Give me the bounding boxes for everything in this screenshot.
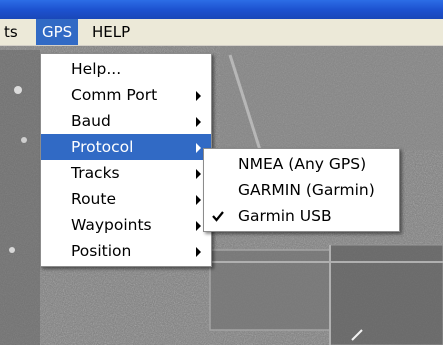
menu-item-comm-port[interactable]: Comm Port bbox=[41, 82, 211, 108]
menu-tools-partial[interactable]: ts bbox=[0, 19, 24, 45]
submenu-item-label: Garmin USB bbox=[238, 207, 332, 225]
menu-item-baud[interactable]: Baud bbox=[41, 108, 211, 134]
window-title-bar bbox=[0, 0, 443, 19]
menu-item-waypoints[interactable]: Waypoints bbox=[41, 212, 211, 238]
menu-item-label: Tracks bbox=[71, 164, 120, 182]
submenu-arrow-icon bbox=[196, 117, 201, 127]
submenu-item-garmin-usb[interactable]: Garmin USB bbox=[204, 203, 399, 229]
submenu-item-garmin[interactable]: GARMIN (Garmin) bbox=[204, 177, 399, 203]
submenu-arrow-icon bbox=[196, 169, 201, 179]
protocol-submenu: NMEA (Any GPS) GARMIN (Garmin) Garmin US… bbox=[203, 148, 400, 232]
gps-dropdown-menu: Help... Comm Port Baud Protocol Tracks R… bbox=[40, 53, 212, 267]
checkmark-icon bbox=[212, 211, 224, 222]
menu-item-position[interactable]: Position bbox=[41, 238, 211, 264]
submenu-arrow-icon bbox=[196, 247, 201, 257]
menu-bar: ts GPS HELP bbox=[0, 19, 443, 46]
menu-item-label: Protocol bbox=[71, 138, 134, 156]
menu-item-route[interactable]: Route bbox=[41, 186, 211, 212]
menu-item-label: Help... bbox=[71, 60, 122, 78]
submenu-arrow-icon bbox=[196, 221, 201, 231]
menu-item-help[interactable]: Help... bbox=[41, 56, 211, 82]
menu-item-tracks[interactable]: Tracks bbox=[41, 160, 211, 186]
menu-item-label: Route bbox=[71, 190, 116, 208]
submenu-item-nmea[interactable]: NMEA (Any GPS) bbox=[204, 151, 399, 177]
submenu-arrow-icon bbox=[196, 91, 201, 101]
submenu-item-label: NMEA (Any GPS) bbox=[238, 155, 367, 173]
menu-gps[interactable]: GPS bbox=[36, 19, 79, 45]
menu-help[interactable]: HELP bbox=[86, 19, 136, 45]
menu-item-label: Position bbox=[71, 242, 132, 260]
menu-item-label: Comm Port bbox=[71, 86, 158, 104]
menu-item-label: Waypoints bbox=[71, 216, 152, 234]
submenu-arrow-icon bbox=[196, 195, 201, 205]
submenu-item-label: GARMIN (Garmin) bbox=[238, 181, 375, 199]
menu-item-label: Baud bbox=[71, 112, 111, 130]
menu-item-protocol[interactable]: Protocol bbox=[41, 134, 211, 160]
submenu-arrow-icon bbox=[196, 143, 201, 153]
